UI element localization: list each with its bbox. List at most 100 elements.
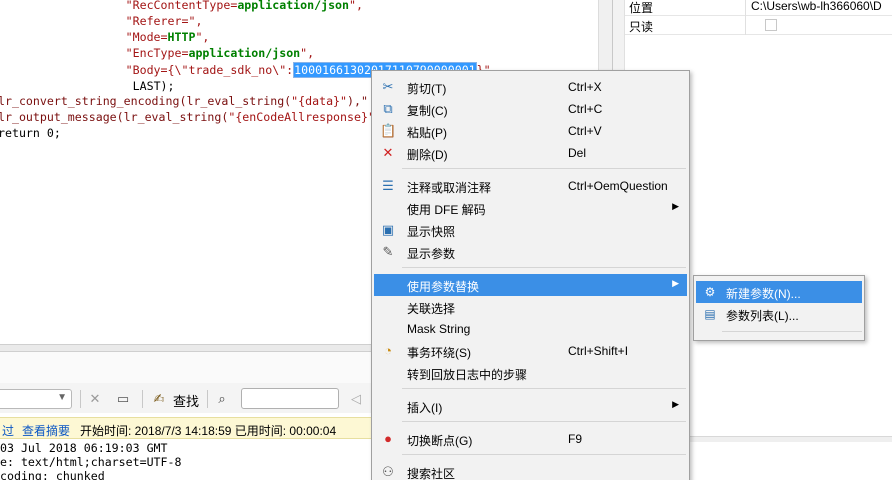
code-line[interactable]: "Referer=", [0, 14, 203, 29]
code-line[interactable]: lr_output_message(lr_eval_string("{enCod… [0, 110, 375, 125]
code-line[interactable]: "Mode=HTTP", [0, 30, 210, 45]
code-token: application/json [188, 46, 301, 60]
menu-item-label: 复制(C) [407, 104, 448, 118]
scissors-icon: ✂ [382, 79, 394, 94]
menu-item-label: 转到回放日志中的步骤 [407, 368, 528, 382]
submenu-arrow-icon: ▶ [672, 201, 679, 211]
menu-item-label: 使用参数替换 [407, 280, 480, 294]
menu-item-label: 显示快照 [407, 225, 456, 239]
code-token: ", [195, 30, 210, 44]
paste-icon: 📋 [380, 123, 397, 138]
code-token: ", [300, 46, 315, 60]
snapshot-icon: ▣ [381, 222, 395, 237]
menu-item[interactable]: 关联选择 [374, 296, 687, 318]
breakpoint-icon: ● [384, 431, 392, 446]
parameter-submenu: ⚙ 新建参数(N)... ▤ 参数列表(L)... [693, 275, 865, 341]
menu-item[interactable]: 📋 粘贴(P) Ctrl+V [374, 120, 687, 142]
property-name: 只读 [629, 20, 654, 34]
menu-item-label: 显示参数 [407, 247, 456, 261]
param-list-icon: ▤ [704, 307, 716, 321]
property-row-readonly[interactable]: 只读 [625, 16, 892, 35]
menu-item-label: 删除(D) [407, 148, 448, 162]
response-line: coding: chunked [0, 469, 105, 480]
menu-item-label: 粘贴(P) [407, 126, 447, 140]
menu-separator [402, 454, 686, 455]
submenu-arrow-icon: ▶ [672, 278, 679, 288]
menu-item[interactable]: ● 切换断点(G) F9 [374, 428, 687, 450]
code-line[interactable]: LAST); [0, 79, 175, 94]
params-icon: ✎ [382, 244, 394, 259]
property-divider [745, 0, 746, 16]
code-token: ", [349, 0, 363, 12]
menu-item-label: 关联选择 [407, 302, 456, 316]
find-icon[interactable]: ✍ [150, 391, 168, 407]
menu-item[interactable]: ▣ 显示快照 [374, 219, 687, 241]
code-line[interactable]: "EncType=application/json", [0, 46, 314, 61]
menu-item[interactable]: 使用 DFE 解码 ▶ [374, 197, 687, 219]
code-token: lr_output_message(lr_eval_string( [0, 110, 229, 124]
menu-item[interactable]: ✎ 显示参数 [374, 241, 687, 263]
filter-dropdown[interactable]: ▼ [0, 389, 72, 409]
previous-icon[interactable]: ◁ [347, 391, 365, 407]
menu-item-label: 事务环绕(S) [407, 346, 471, 360]
view-summary-link[interactable]: 查看摘要 [22, 422, 70, 439]
menu-item[interactable]: ⚇ 搜索社区 [374, 461, 687, 480]
find-button[interactable]: 查找 [173, 391, 199, 410]
window-icon[interactable]: ▭ [114, 391, 132, 407]
new-param-icon: ⚙ [704, 285, 716, 299]
menu-item[interactable]: ✂ 剪切(T) Ctrl+X [374, 76, 687, 98]
code-line[interactable]: "RecContentType=application/json", [0, 0, 363, 13]
code-token: "Mode= [125, 30, 168, 44]
menu-item-label: 使用 DFE 解码 [407, 203, 486, 217]
submenu-item[interactable]: ⚙ 新建参数(N)... [696, 281, 862, 303]
menu-item-shortcut: Del [568, 146, 587, 160]
code-token: HTTP [167, 30, 196, 44]
submenu-arrow-icon: ▶ [672, 399, 679, 409]
menu-item[interactable]: ✕ 删除(D) Del [374, 142, 687, 164]
menu-item[interactable]: 插入(I) ▶ [374, 395, 687, 417]
menu-item[interactable]: ◔ 事务环绕(S) Ctrl+Shift+I [374, 340, 687, 362]
comment-icon: ☰ [382, 178, 394, 193]
menu-item-shortcut: Ctrl+X [568, 80, 602, 94]
community-icon: ⚇ [382, 464, 394, 479]
menu-separator [402, 267, 686, 268]
menu-item[interactable]: Mask String [374, 318, 687, 340]
search-icon[interactable]: ⌕ [213, 391, 231, 407]
copy-icon: ⧉ [383, 101, 393, 116]
menu-item-shortcut: F9 [568, 432, 583, 446]
toolbar-divider [207, 390, 208, 408]
info-link-partial[interactable]: 过 [2, 422, 14, 439]
response-line: e: text/html;charset=UTF-8 [0, 455, 182, 469]
menu-item[interactable]: ☰ 注释或取消注释 Ctrl+OemQuestion [374, 175, 687, 197]
toolbar-divider [142, 390, 143, 408]
submenu-item[interactable]: ▤ 参数列表(L)... [696, 303, 862, 325]
transaction-icon: ◔ [384, 343, 392, 358]
code-token: application/json [237, 0, 350, 12]
search-input[interactable] [241, 388, 339, 409]
menu-item-shortcut: Ctrl+OemQuestion [568, 179, 668, 193]
menu-item[interactable]: 使用参数替换 ▶ [374, 274, 687, 296]
context-menu: ✂ 剪切(T) Ctrl+X ⧉ 复制(C) Ctrl+C 📋 粘贴(P) Ctrl+V ✕ 删除(… [371, 70, 690, 480]
property-row-location[interactable]: 位置 C:\Users\wb-lh366060\D [625, 0, 892, 16]
code-line[interactable]: return 0; [0, 126, 61, 141]
info-bar: 过 查看摘要 开始时间: 2018/7/3 14:18:59 已用时间: 00:… [0, 417, 372, 439]
menu-item-label: 注释或取消注释 [407, 181, 492, 195]
menu-item[interactable]: 转到回放日志中的步骤 [374, 362, 687, 384]
code-token: "{enCodeAllresponse}" [228, 110, 375, 124]
close-icon[interactable]: ✕ [86, 391, 104, 407]
delete-icon: ✕ [382, 145, 394, 160]
response-line: 03 Jul 2018 06:19:03 GMT [0, 441, 168, 455]
submenu-item-label: 参数列表(L)... [726, 309, 799, 323]
code-token: LAST); [132, 79, 175, 93]
chevron-down-icon: ▼ [57, 392, 67, 403]
toolbar-divider [80, 390, 81, 408]
menu-item[interactable]: ⧉ 复制(C) Ctrl+C [374, 98, 687, 120]
readonly-checkbox[interactable] [765, 19, 777, 31]
code-line[interactable]: lr_convert_string_encoding(lr_eval_strin… [0, 94, 368, 109]
menu-separator [402, 388, 686, 389]
code-token: return 0; [0, 126, 61, 140]
code-token: lr_convert_string_encoding(lr_eval_strin… [0, 94, 292, 108]
